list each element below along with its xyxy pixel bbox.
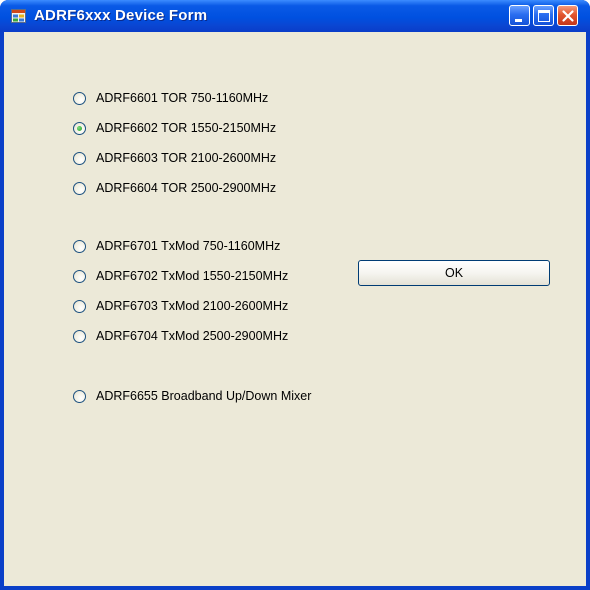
ok-button[interactable]: OK <box>358 260 550 286</box>
device-form-window: ADRF6xxx Device Form ADRF6601 TOR 750-11… <box>0 0 590 590</box>
radio-selected-dot <box>77 125 82 131</box>
radio-adrf6702[interactable]: ADRF6702 TxMod 1550-2150MHz <box>73 267 288 285</box>
radio-circle-icon[interactable] <box>73 91 86 105</box>
radio-adrf6655[interactable]: ADRF6655 Broadband Up/Down Mixer <box>73 387 311 405</box>
radio-circle-icon[interactable] <box>73 329 86 343</box>
minimize-icon <box>515 19 522 22</box>
radio-adrf6703[interactable]: ADRF6703 TxMod 2100-2600MHz <box>73 297 288 315</box>
minimize-button[interactable] <box>509 5 530 26</box>
radio-circle-icon[interactable] <box>73 299 86 313</box>
radio-adrf6704[interactable]: ADRF6704 TxMod 2500-2900MHz <box>73 327 288 345</box>
title-bar[interactable]: ADRF6xxx Device Form <box>0 0 590 32</box>
radio-label: ADRF6603 TOR 2100-2600MHz <box>96 151 277 165</box>
close-button[interactable] <box>557 5 578 26</box>
radio-label: ADRF6704 TxMod 2500-2900MHz <box>96 329 289 343</box>
radio-label: ADRF6703 TxMod 2100-2600MHz <box>96 299 289 313</box>
radio-label: ADRF6701 TxMod 750-1160MHz <box>96 239 281 253</box>
radio-label: ADRF6702 TxMod 1550-2150MHz <box>96 269 289 283</box>
radio-adrf6604[interactable]: ADRF6604 TOR 2500-2900MHz <box>73 179 276 197</box>
radio-circle-icon[interactable] <box>73 239 86 253</box>
radio-circle-icon[interactable] <box>73 269 86 283</box>
radio-label: ADRF6601 TOR 750-1160MHz <box>96 91 269 105</box>
radio-circle-icon[interactable] <box>73 181 86 195</box>
radio-circle-checked-icon[interactable] <box>73 121 86 135</box>
maximize-button[interactable] <box>533 5 554 26</box>
radio-label: ADRF6602 TOR 1550-2150MHz <box>96 121 277 135</box>
maximize-icon <box>538 10 550 22</box>
radio-label: ADRF6655 Broadband Up/Down Mixer <box>96 389 312 403</box>
window-title: ADRF6xxx Device Form <box>34 7 208 24</box>
radio-adrf6603[interactable]: ADRF6603 TOR 2100-2600MHz <box>73 149 276 167</box>
radio-label: ADRF6604 TOR 2500-2900MHz <box>96 181 277 195</box>
close-icon <box>562 10 574 22</box>
radio-adrf6601[interactable]: ADRF6601 TOR 750-1160MHz <box>73 89 268 107</box>
form-client-area: ADRF6601 TOR 750-1160MHz ADRF6602 TOR 15… <box>4 32 586 586</box>
app-form-icon <box>11 9 26 23</box>
radio-circle-icon[interactable] <box>73 389 86 403</box>
radio-adrf6701[interactable]: ADRF6701 TxMod 750-1160MHz <box>73 237 280 255</box>
radio-circle-icon[interactable] <box>73 151 86 165</box>
window-bottom-border <box>0 586 590 590</box>
radio-adrf6602[interactable]: ADRF6602 TOR 1550-2150MHz <box>73 119 276 137</box>
